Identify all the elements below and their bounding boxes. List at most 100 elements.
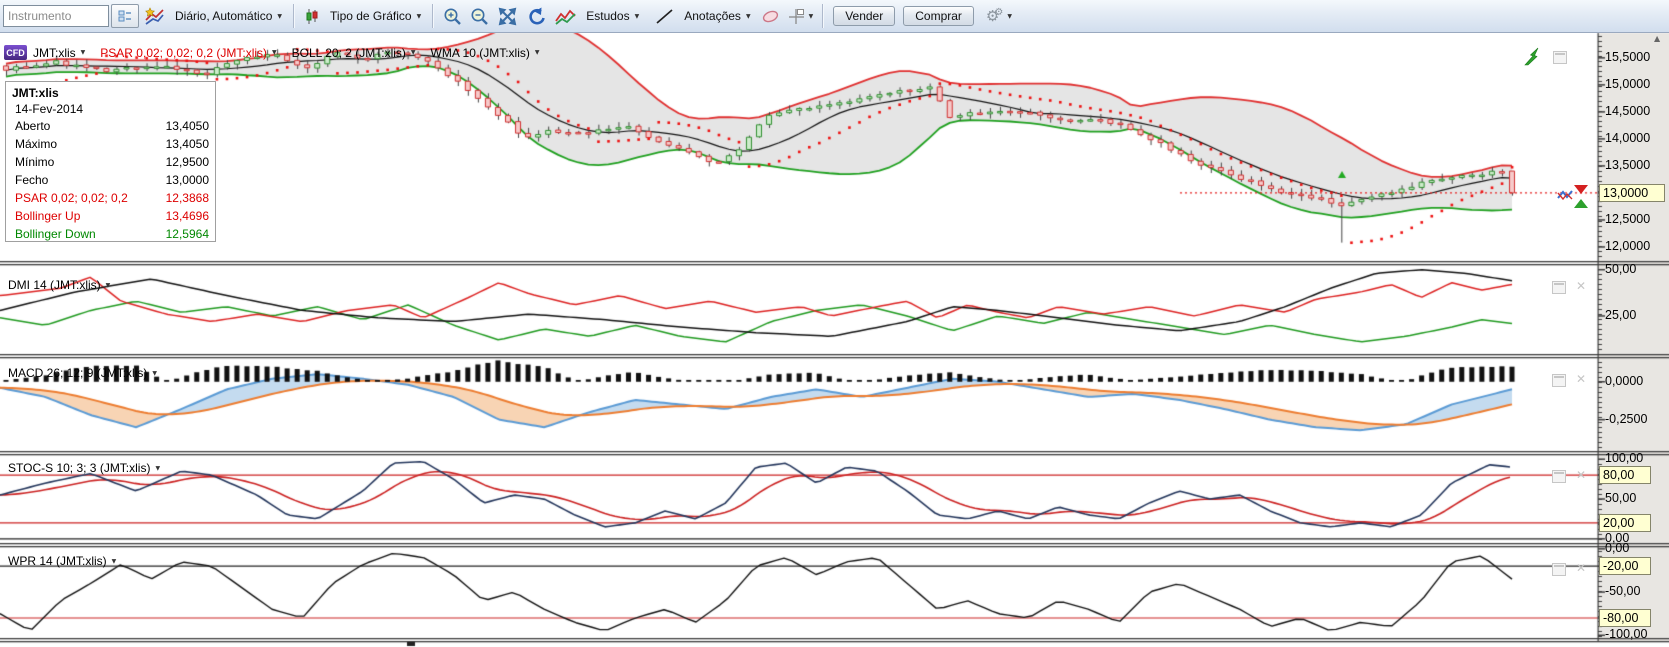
cfd-badge: CFD	[4, 45, 27, 60]
stoc-panel-dropdown[interactable]: STOC-S 10; 3; 3 (JMT:xlis) ▼	[8, 461, 160, 475]
trendline-tool-icon[interactable]	[655, 8, 674, 25]
chevron-down-icon: ▼	[272, 49, 277, 56]
sell-button[interactable]: Vender	[833, 6, 895, 26]
axis-price-tag: -80,00	[1599, 609, 1651, 627]
wpr-panel-title: WPR 14 (JMT:xlis)	[8, 554, 107, 568]
chevron-down-icon: ▼	[417, 13, 422, 20]
instrument-search-input[interactable]	[3, 5, 109, 27]
restore-panel-icon[interactable]	[1552, 470, 1566, 483]
symbol-dropdown[interactable]: JMT:xlis ▼	[33, 46, 85, 60]
tooltip-rows: Aberto13,4050Máximo13,4050Mínimo12,9500F…	[6, 117, 215, 242]
axis-label: 14,5000	[1605, 104, 1650, 118]
axis-label: 50,00	[1605, 491, 1636, 505]
instrument-list-icon	[118, 9, 132, 23]
undo-icon[interactable]	[526, 7, 547, 26]
chevron-down-icon: ▼	[535, 49, 540, 56]
toolbar: Diário, Automático ▼ Tipo de Gráfico ▼ E…	[0, 0, 1669, 33]
toolbar-separator	[822, 4, 824, 28]
buy-price-marker-icon[interactable]	[1574, 199, 1588, 208]
close-panel-icon[interactable]: ✕	[1576, 374, 1586, 385]
dmi-panel-dropdown[interactable]: DMI 14 (JMT:xlis) ▼	[8, 278, 110, 292]
axis-label: 100,00	[1605, 451, 1643, 465]
macd-panel-dropdown[interactable]: MACD 26; 12; 9 (JMT:xlis) ▼	[8, 366, 157, 380]
axis-price-tag: -20,00	[1599, 557, 1651, 575]
period-dropdown-label: Diário, Automático	[175, 9, 272, 23]
annotations-dropdown[interactable]: Anotações ▼	[684, 9, 750, 23]
restore-panel-icon[interactable]	[1552, 563, 1566, 576]
trading-platform-window: Diário, Automático ▼ Tipo de Gráfico ▼ E…	[0, 0, 1669, 647]
toolbar-separator	[293, 4, 295, 28]
axis-price-tag: 20,00	[1599, 514, 1651, 532]
close-panel-icon[interactable]: ✕	[1576, 563, 1586, 574]
settings-gears-icon[interactable]: ⚙⚙	[986, 9, 1003, 24]
quick-trade-bolt-icon[interactable]	[1521, 46, 1545, 66]
axis-label: 0,00	[1605, 541, 1629, 555]
tooltip-row: Aberto13,4050	[6, 117, 215, 135]
chevron-down-icon: ▼	[152, 370, 157, 377]
chevron-down-icon[interactable]: ▼	[809, 13, 814, 20]
close-panel-icon[interactable]: ✕	[1576, 281, 1586, 292]
collapse-axis-icon[interactable]: ▲	[1654, 34, 1660, 43]
chevron-down-icon: ▼	[635, 13, 640, 20]
sell-price-marker-icon[interactable]	[1574, 185, 1588, 194]
add-study-icon[interactable]	[143, 7, 165, 26]
restore-panel-icon[interactable]	[1552, 374, 1566, 387]
axis-price-tag: 80,00	[1599, 466, 1651, 484]
symbol-label: JMT:xlis	[33, 46, 76, 60]
axis-label: -50,00	[1605, 584, 1640, 598]
axis-label: 15,5000	[1605, 50, 1650, 64]
ohlc-tooltip: JMT:xlis 14-Fev-2014 Aberto13,4050Máximo…	[5, 81, 216, 242]
tooltip-row: Fecho13,0000	[6, 171, 215, 189]
crosshair-tool-icon[interactable]	[788, 8, 805, 25]
dmi-panel-title: DMI 14 (JMT:xlis)	[8, 278, 101, 292]
wpr-panel-dropdown[interactable]: WPR 14 (JMT:xlis) ▼	[8, 554, 116, 568]
tooltip-row: Máximo13,4050	[6, 135, 215, 153]
buy-button[interactable]: Comprar	[903, 6, 974, 26]
studies-lines-icon	[555, 8, 576, 25]
axis-label: -0,2500	[1605, 412, 1647, 426]
chart-canvas[interactable]	[0, 0, 1669, 647]
candlestick-chart-icon	[304, 8, 320, 25]
studies-dropdown[interactable]: Estudos ▼	[586, 9, 639, 23]
axis-label: 13,5000	[1605, 158, 1650, 172]
psar-study-dropdown[interactable]: PSAR 0,02; 0,02; 0,2 (JMT:xlis) ▼	[100, 46, 276, 60]
zoom-out-icon[interactable]	[470, 7, 489, 26]
restore-panel-icon[interactable]	[1552, 281, 1566, 294]
axis-price-tag: 13,0000	[1599, 184, 1665, 202]
period-dropdown[interactable]: Diário, Automático ▼	[175, 9, 282, 23]
chevron-down-icon: ▼	[277, 13, 282, 20]
axis-label: 12,0000	[1605, 239, 1650, 253]
chevron-down-icon: ▼	[155, 465, 160, 472]
axis-label: 15,0000	[1605, 77, 1650, 91]
wma-study-dropdown[interactable]: WMA 10 (JMT:xlis) ▼	[431, 46, 540, 60]
chevron-down-icon: ▼	[112, 558, 117, 565]
chevron-down-icon[interactable]: ▼	[1007, 13, 1012, 20]
close-panel-icon[interactable]: ✕	[1576, 470, 1586, 481]
studies-dropdown-label: Estudos	[586, 9, 629, 23]
stoc-panel-title: STOC-S 10; 3; 3 (JMT:xlis)	[8, 461, 150, 475]
tooltip-symbol: JMT:xlis	[6, 85, 215, 101]
axis-label: 14,0000	[1605, 131, 1650, 145]
chevron-down-icon: ▼	[81, 49, 86, 56]
tooltip-row: Mínimo12,9500	[6, 153, 215, 171]
restore-panel-icon[interactable]	[1553, 51, 1567, 64]
chart-type-dropdown[interactable]: Tipo de Gráfico ▼	[330, 9, 421, 23]
wma-study-label: WMA 10 (JMT:xlis)	[431, 46, 530, 60]
chevron-down-icon: ▼	[106, 282, 111, 289]
psar-study-label: PSAR 0,02; 0,02; 0,2 (JMT:xlis)	[100, 46, 267, 60]
macd-panel-title: MACD 26; 12; 9 (JMT:xlis)	[8, 366, 147, 380]
axis-label: 50,00	[1605, 262, 1636, 276]
zoom-in-icon[interactable]	[443, 7, 462, 26]
boll-study-dropdown[interactable]: BOLL 20; 2 (JMT:xlis) ▼	[292, 46, 416, 60]
axis-label: 25,00	[1605, 308, 1636, 322]
axis-label: 12,5000	[1605, 212, 1650, 226]
instrument-list-button[interactable]	[111, 4, 139, 28]
tooltip-row: Bollinger Down12,5964	[6, 225, 215, 242]
eraser-icon[interactable]	[761, 9, 780, 24]
tooltip-row: Bollinger Up13,4696	[6, 207, 215, 225]
annotations-dropdown-label: Anotações	[684, 9, 741, 23]
axis-label: -100,00	[1605, 627, 1647, 641]
pan-move-icon[interactable]	[497, 7, 518, 26]
chart-type-dropdown-label: Tipo de Gráfico	[330, 9, 412, 23]
tooltip-date: 14-Fev-2014	[6, 101, 215, 117]
